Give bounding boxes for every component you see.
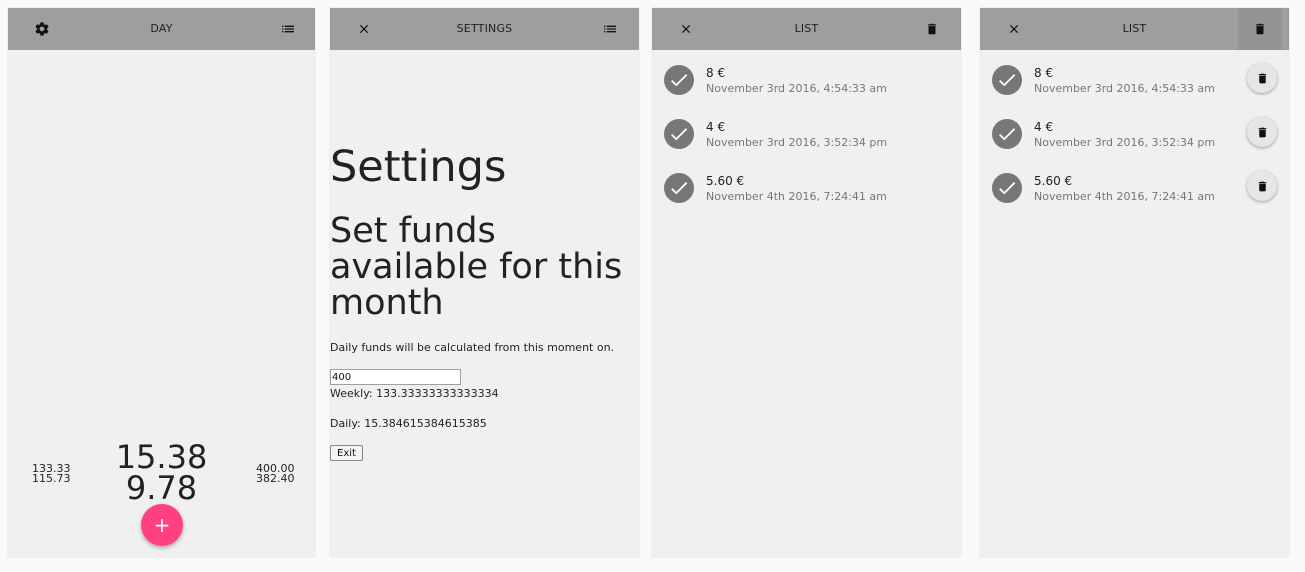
trash-icon [1255, 23, 1265, 35]
day-screen: DAY 133.33 115.73 15.38 9.78 400.00 382.… [8, 8, 315, 557]
list-edit-screen: LIST 8 € November 3rd 2016, 4:54:33 am 4… [980, 8, 1289, 557]
settings-description: Daily funds will be calculated from this… [330, 341, 615, 354]
close-icon [359, 24, 369, 34]
delete-item-button[interactable] [1247, 117, 1277, 147]
item-amount: 5.60 € [1034, 174, 1073, 188]
exit-button[interactable]: Exit [330, 445, 363, 461]
item-amount: 4 € [706, 120, 726, 134]
item-date: November 3rd 2016, 3:52:34 pm [1034, 136, 1216, 149]
add-expense-button[interactable]: + [141, 504, 183, 546]
trash-icon [1258, 127, 1266, 137]
list-app-bar: LIST [652, 8, 961, 50]
list-item[interactable]: 8 € November 3rd 2016, 4:54:33 am [980, 63, 1289, 119]
check-icon [992, 173, 1022, 203]
delete-mode-button[interactable] [1238, 8, 1282, 50]
check-icon [664, 65, 694, 95]
list-item[interactable]: 5.60 € November 4th 2016, 7:24:41 am [980, 171, 1289, 227]
item-amount: 4 € [1034, 120, 1054, 134]
item-date: November 4th 2016, 7:24:41 am [1034, 190, 1215, 203]
item-date: November 4th 2016, 7:24:41 am [706, 190, 887, 203]
settings-button[interactable] [20, 8, 64, 50]
close-button[interactable] [992, 8, 1036, 50]
gear-icon [35, 22, 49, 36]
check-icon [992, 65, 1022, 95]
item-amount: 8 € [706, 66, 726, 80]
item-date: November 3rd 2016, 3:52:34 pm [706, 136, 888, 149]
list-icon [604, 25, 616, 33]
trash-icon [1258, 73, 1266, 83]
funds-input[interactable] [330, 369, 461, 385]
close-icon [1009, 24, 1019, 34]
item-date: November 3rd 2016, 4:54:33 am [706, 82, 887, 95]
list-button[interactable] [266, 8, 310, 50]
settings-screen: SETTINGS Settings Set funds available fo… [330, 8, 639, 557]
day-app-bar: DAY [8, 8, 315, 50]
settings-subheading: Set funds available for this month [330, 211, 623, 323]
list-item[interactable]: 5.60 € November 4th 2016, 7:24:41 am [652, 173, 961, 227]
item-date: November 3rd 2016, 4:54:33 am [1034, 82, 1215, 95]
delete-item-button[interactable] [1247, 171, 1277, 201]
settings-app-bar: SETTINGS [330, 8, 639, 50]
check-icon [664, 173, 694, 203]
delete-item-button[interactable] [1247, 63, 1277, 93]
list-screen: LIST 8 € November 3rd 2016, 4:54:33 am 4… [652, 8, 961, 557]
list-icon [282, 25, 294, 33]
monthly-remaining: 382.40 [256, 472, 295, 485]
list-item[interactable]: 8 € November 3rd 2016, 4:54:33 am [652, 65, 961, 119]
daily-funds: Daily: 15.384615384615385 [330, 417, 487, 430]
trash-icon [927, 23, 937, 35]
plus-icon: + [153, 513, 171, 537]
close-icon [681, 24, 691, 34]
item-amount: 8 € [1034, 66, 1054, 80]
settings-heading: Settings [330, 142, 507, 192]
weekly-funds: Weekly: 133.33333333333334 [330, 387, 499, 400]
delete-mode-button[interactable] [910, 8, 954, 50]
list-item[interactable]: 4 € November 3rd 2016, 3:52:34 pm [652, 119, 961, 173]
list-item[interactable]: 4 € November 3rd 2016, 3:52:34 pm [980, 117, 1289, 173]
close-button[interactable] [664, 8, 708, 50]
item-amount: 5.60 € [706, 174, 745, 188]
check-icon [664, 119, 694, 149]
list-button[interactable] [588, 8, 632, 50]
trash-icon [1258, 181, 1266, 191]
close-button[interactable] [342, 8, 386, 50]
list-edit-app-bar: LIST [980, 8, 1289, 50]
check-icon [992, 119, 1022, 149]
